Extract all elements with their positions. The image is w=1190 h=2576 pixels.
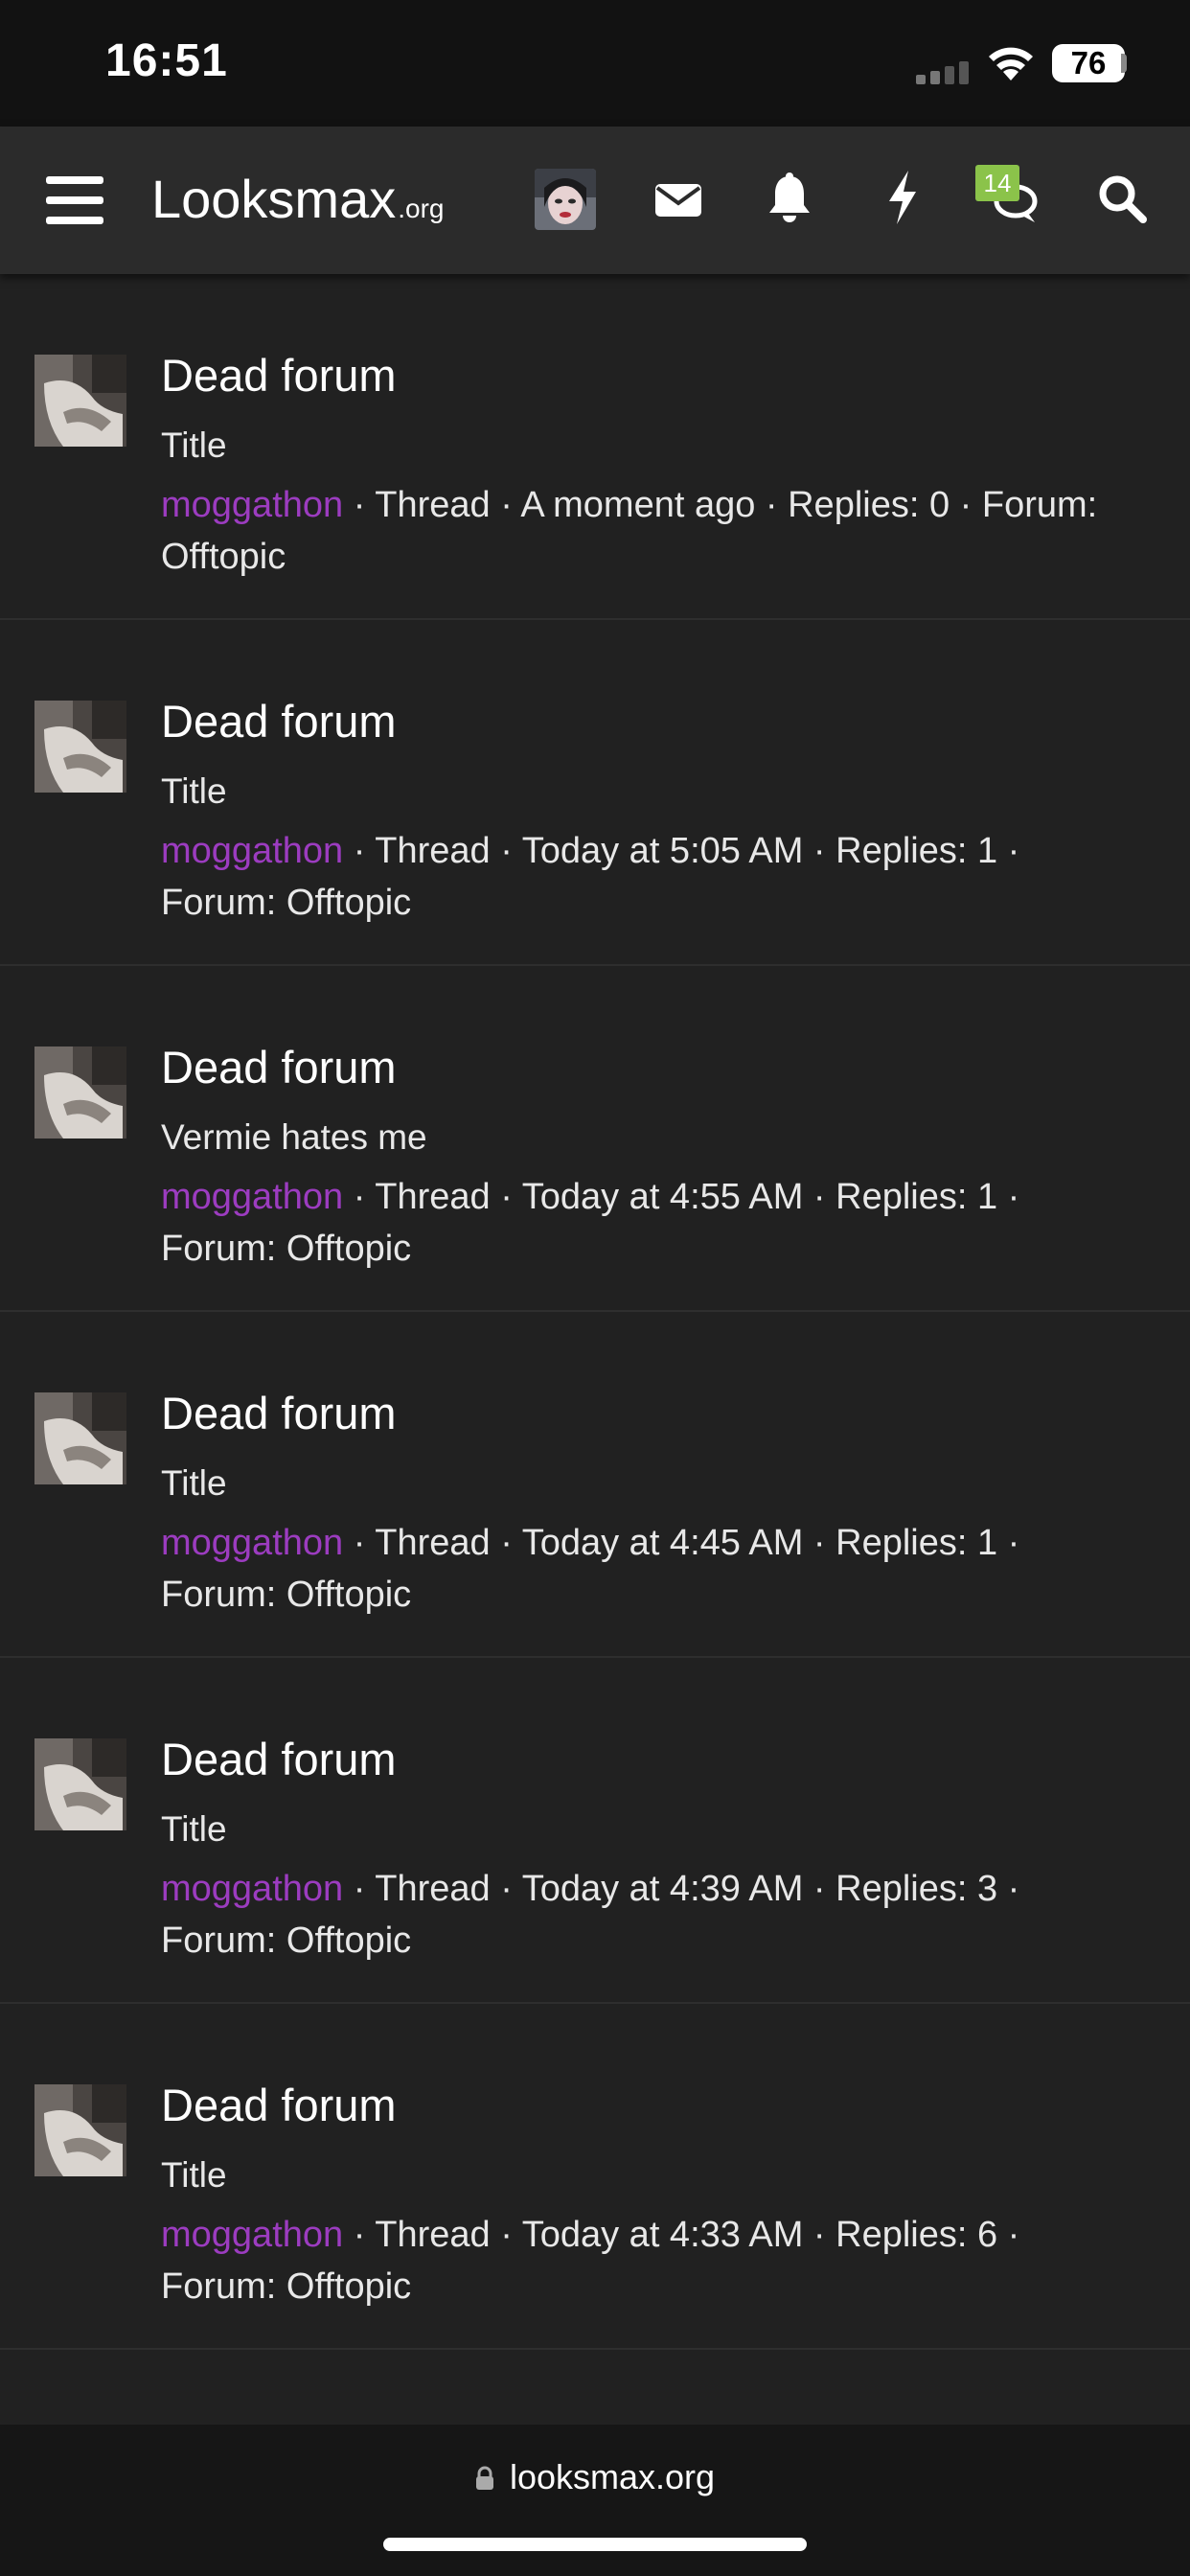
thread-snippet: Title bbox=[161, 1809, 227, 1849]
url-text: looksmax.org bbox=[509, 2457, 716, 2496]
thread-title[interactable]: Dead forum bbox=[161, 1041, 397, 1093]
author-avatar[interactable] bbox=[34, 1738, 126, 1830]
hamburger-menu-icon[interactable] bbox=[46, 174, 103, 226]
search-results-list: Dead forum Title moggathon · Thread · A … bbox=[0, 274, 1190, 2350]
status-bar: 16:51 76 bbox=[0, 0, 1190, 126]
wifi-icon bbox=[989, 47, 1033, 80]
site-logo[interactable]: Looksmax.org bbox=[151, 161, 444, 238]
bell-icon[interactable] bbox=[767, 172, 812, 224]
thread-snippet: Vermie hates me bbox=[161, 1117, 427, 1157]
logo-suffix-text: .org bbox=[398, 194, 445, 223]
top-nav-bar: Looksmax.org 14 bbox=[0, 126, 1190, 274]
thread-meta: moggathon · Thread · Today at 4:45 AM · … bbox=[161, 1517, 1138, 1621]
list-item[interactable]: Dead forum Title moggathon · Thread · To… bbox=[0, 1658, 1190, 2004]
author-avatar[interactable] bbox=[34, 1046, 126, 1138]
user-avatar[interactable] bbox=[535, 169, 596, 230]
author-avatar[interactable] bbox=[34, 1392, 126, 1484]
author-link[interactable]: moggathon bbox=[161, 831, 343, 871]
lightning-bolt-icon[interactable] bbox=[883, 169, 922, 226]
url-display[interactable]: looksmax.org bbox=[0, 2457, 1190, 2497]
list-item[interactable]: Dead forum Title moggathon · Thread · To… bbox=[0, 620, 1190, 966]
thread-snippet: Title bbox=[161, 2155, 227, 2195]
thread-meta: moggathon · Thread · Today at 4:55 AM · … bbox=[161, 1171, 1138, 1275]
author-link[interactable]: moggathon bbox=[161, 2215, 343, 2255]
author-avatar[interactable] bbox=[34, 2084, 126, 2176]
thread-meta: moggathon · Thread · A moment ago · Repl… bbox=[161, 479, 1138, 583]
browser-address-bar: looksmax.org bbox=[0, 2425, 1190, 2576]
thread-meta: moggathon · Thread · Today at 4:39 AM · … bbox=[161, 1863, 1138, 1966]
battery-cap bbox=[1121, 54, 1127, 73]
thread-snippet: Title bbox=[161, 771, 227, 811]
list-item[interactable]: Dead forum Title moggathon · Thread · To… bbox=[0, 1312, 1190, 1658]
list-item[interactable]: Dead forum Title moggathon · Thread · To… bbox=[0, 2004, 1190, 2350]
author-link[interactable]: moggathon bbox=[161, 1177, 343, 1217]
list-item[interactable]: Dead forum Vermie hates me moggathon · T… bbox=[0, 966, 1190, 1312]
author-avatar[interactable] bbox=[34, 701, 126, 793]
thread-title[interactable]: Dead forum bbox=[161, 1733, 397, 1785]
cellular-signal-icon bbox=[916, 61, 969, 84]
status-time: 16:51 bbox=[105, 35, 228, 86]
thread-title[interactable]: Dead forum bbox=[161, 349, 397, 402]
home-indicator[interactable] bbox=[383, 2538, 807, 2551]
lock-icon bbox=[475, 2466, 493, 2490]
thread-title[interactable]: Dead forum bbox=[161, 1387, 397, 1439]
thread-title[interactable]: Dead forum bbox=[161, 2079, 397, 2131]
battery-indicator: 76 bbox=[1052, 44, 1125, 82]
thread-snippet: Title bbox=[161, 426, 227, 465]
author-avatar[interactable] bbox=[34, 355, 126, 447]
author-link[interactable]: moggathon bbox=[161, 1523, 343, 1563]
envelope-icon[interactable] bbox=[653, 176, 703, 222]
thread-meta: moggathon · Thread · Today at 4:33 AM · … bbox=[161, 2209, 1138, 2312]
author-link[interactable]: moggathon bbox=[161, 1869, 343, 1909]
unread-conversations-badge: 14 bbox=[975, 165, 1019, 201]
list-item[interactable]: Dead forum Title moggathon · Thread · A … bbox=[0, 274, 1190, 620]
logo-main-text: Looksmax bbox=[151, 169, 397, 229]
thread-snippet: Title bbox=[161, 1463, 227, 1503]
magnifying-glass-icon[interactable] bbox=[1096, 172, 1148, 224]
thread-title[interactable]: Dead forum bbox=[161, 695, 397, 748]
thread-meta: moggathon · Thread · Today at 5:05 AM · … bbox=[161, 825, 1138, 929]
author-link[interactable]: moggathon bbox=[161, 485, 343, 525]
